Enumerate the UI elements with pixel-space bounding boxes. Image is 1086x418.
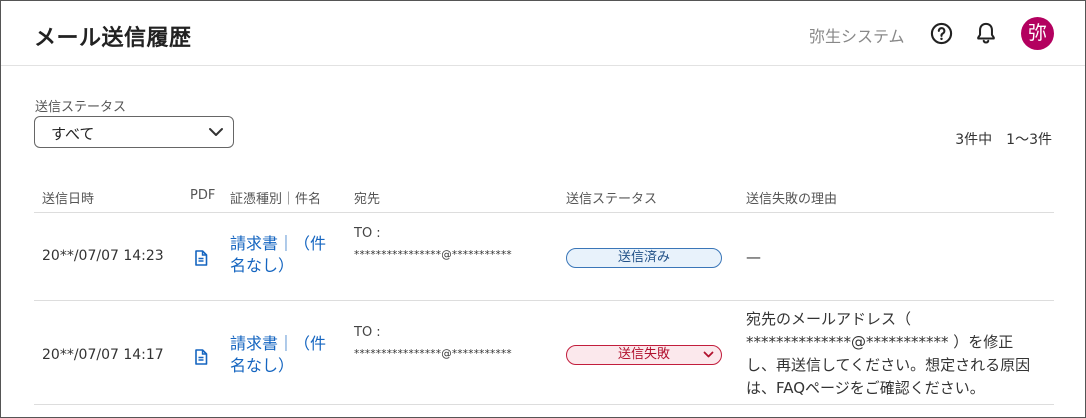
destination: TO : ****************@***********	[354, 325, 544, 361]
chevron-down-icon	[703, 351, 714, 358]
status-filter-label: 送信ステータス	[35, 100, 127, 115]
avatar[interactable]: 弥	[1021, 17, 1054, 50]
chevron-down-icon	[209, 128, 223, 136]
table-header: 送信日時 PDF 証憑種別｜件名 宛先 送信ステータス 送信失敗の理由	[34, 177, 1054, 213]
column-header-date: 送信日時	[42, 192, 95, 207]
failure-reason: —	[746, 248, 761, 266]
sent-datetime: 20**/07/07 14:17	[42, 347, 164, 363]
company-name[interactable]: 弥生システム	[809, 23, 905, 47]
column-header-status: 送信ステータス	[566, 192, 658, 207]
pdf-document-icon[interactable]	[194, 349, 208, 365]
bell-icon[interactable]	[975, 21, 997, 45]
history-table: 送信日時 PDF 証憑種別｜件名 宛先 送信ステータス 送信失敗の理由 20**…	[34, 177, 1054, 405]
table-row: 20**/07/07 14:23 請求書｜（件名なし） TO : *******…	[34, 213, 1054, 301]
failure-reason: 宛先のメールアドレス（ **************@*********** ）…	[746, 310, 1031, 397]
column-header-pdf: PDF	[190, 188, 216, 203]
destination-to-label: TO :	[354, 226, 381, 241]
sent-datetime: 20**/07/07 14:23	[42, 248, 164, 264]
column-header-document: 証憑種別｜件名	[230, 192, 322, 207]
table-row: 20**/07/07 14:17 請求書｜（件名なし） TO : *******…	[34, 301, 1054, 405]
result-count: 3件中 1〜3件	[955, 132, 1052, 148]
destination-address: ****************@***********	[354, 348, 512, 360]
document-link[interactable]: 請求書｜（件名なし）	[230, 233, 338, 277]
header: メール送信履歴 弥生システム 弥	[1, 1, 1085, 66]
page-title: メール送信履歴	[34, 26, 192, 51]
destination-address: ****************@***********	[354, 249, 512, 261]
document-link[interactable]: 請求書｜（件名なし）	[230, 333, 338, 377]
status-filter-value: すべて	[51, 125, 95, 143]
column-header-failure-reason: 送信失敗の理由	[746, 192, 838, 207]
status-badge-dropdown[interactable]: 送信失敗	[566, 345, 722, 365]
column-header-destination: 宛先	[354, 192, 381, 207]
destination: TO : ****************@***********	[354, 226, 544, 262]
status-badge: 送信済み	[566, 248, 722, 268]
help-icon[interactable]	[930, 22, 953, 45]
app-frame: メール送信履歴 弥生システム 弥 送信ステータス すべて 3件中 1〜3件 送信…	[0, 0, 1086, 418]
status-filter-select[interactable]: すべて	[34, 116, 234, 148]
status-badge-label: 送信失敗	[617, 347, 670, 362]
destination-to-label: TO :	[354, 325, 381, 340]
pdf-document-icon[interactable]	[194, 250, 208, 266]
